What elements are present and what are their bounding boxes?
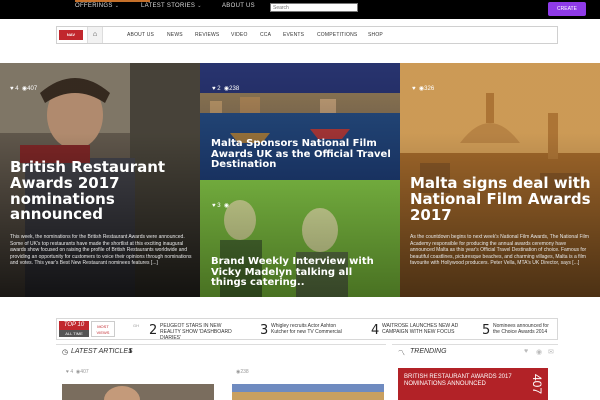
ticker-item[interactable]: Nominees announced for the Choice Awards… [493,323,555,335]
view-count: 238 [240,369,249,375]
site-nav: NAV ⌂ ABOUT US NEWS REVIEWS VIDEO CCA EV… [56,26,558,44]
hero-tile-brand-weekly[interactable]: ♥ 3 ◉ Brand Weekly Interview with Vicky … [200,180,400,297]
create-button[interactable]: CREATE [548,2,586,16]
site-logo[interactable]: NAV [59,30,83,40]
like-count: 4 [70,369,74,375]
hero-title[interactable]: British Restaurant Awards 2017 nominatio… [10,159,190,223]
sort-down-icon[interactable]: ⬇ [128,348,133,355]
nav-events[interactable]: EVENTS [283,32,304,38]
top10-badge[interactable]: TOP 10 [59,321,89,330]
top-nav-label: OFFERINGS [75,3,113,9]
ticker-rank: 5 [482,323,491,338]
hero-grid: ♥ 4 ◉407 British Restaurant Awards 2017 … [0,63,600,297]
nav-shop[interactable]: SHOP [368,32,383,38]
like-count: 2 [217,86,221,92]
eye-icon: ◉ [223,203,230,209]
top-nav-label: LATEST STORIES [141,3,196,9]
like-count: 3 [217,203,221,209]
eye-icon[interactable]: ◉ [536,348,542,356]
accent-line [75,0,150,2]
alltime-tab[interactable]: ALL TIME [59,330,89,337]
nav-cca[interactable]: CCA [260,32,271,38]
ticker-rank: 4 [371,323,380,338]
nav-news[interactable]: NEWS [167,32,183,38]
nav-video[interactable]: VIDEO [231,32,248,38]
latest-articles-header: ◷ LATEST ARTICLES ⬇ [56,344,386,358]
chat-icon[interactable]: ✉ [548,348,554,356]
ticker-rank: 2 [149,323,158,338]
search-input[interactable] [270,3,358,12]
section-title: TRENDING [410,348,447,355]
top-nav-offerings[interactable]: OFFERINGS ⌄ [75,3,119,9]
hero-excerpt: As the countdown begins to next week's N… [410,234,589,266]
ticker-rank: 3 [260,323,269,338]
malta-thumbnail [232,384,384,400]
top-nav-label: ABOUT US [222,3,255,9]
most-views-tab[interactable]: MOST VIEWS [91,321,115,337]
heart-icon[interactable]: ♥ [10,86,14,92]
card-stats: ◉238 [236,369,249,375]
trending-title: BRITISH RESTAURANT AWARDS 2017 NOMINATIO… [404,374,512,388]
article-card-image[interactable] [62,384,214,400]
post-stats: ♥ 4 ◉407 [10,85,37,92]
chef-thumbnail [62,384,214,400]
hero-excerpt: This week, the nominations for the Briti… [10,234,192,266]
heart-icon[interactable]: ♥ [412,86,416,92]
nav-about-us[interactable]: ABOUT US [127,32,154,38]
home-icon[interactable]: ⌂ [87,27,103,43]
top-bar: OFFERINGS⌄ LATEST STORIES⌄ ABOUT US CREA… [0,0,600,19]
nav-competitions[interactable]: COMPETITIONS [317,32,357,38]
chevron-down-icon: ⌄ [114,3,120,9]
top10-ticker: TOP 10 ALL TIME MOST VIEWS GH 2 PEUGEOT … [56,318,558,341]
hero-tile-malta-sponsors[interactable]: ♥ 2 ◉238 Malta Sponsors National Film Aw… [200,63,400,180]
ticker-fragment: GH [133,323,139,328]
article-card-image[interactable] [232,384,384,400]
trending-icon: 〽 [398,350,405,357]
ticker-item[interactable]: WAITROSE LAUNCHES NEW AD CAMPAIGN WITH N… [382,323,462,335]
section-title: LATEST ARTICLES [71,348,133,355]
heart-icon[interactable]: ♥ [66,369,69,375]
heart-icon[interactable]: ♥ [524,348,528,355]
view-count: 407 [80,369,89,375]
like-count: 4 [15,86,19,92]
top-nav-latest-stories[interactable]: LATEST STORIES ⌄ [141,3,202,9]
post-stats: ♥ 3 ◉ [212,202,229,209]
trending-views: 407 [530,374,544,395]
post-stats: ♥ 2 ◉238 [212,85,239,92]
hero-title[interactable]: Brand Weekly Interview with Vicky Madely… [211,256,391,289]
view-count: 238 [229,86,240,92]
card-stats: ♥ 4 ◉407 [66,369,89,375]
hero-tile-malta-signs[interactable]: ♥ ◉326 Malta signs deal with National Fi… [400,63,600,297]
view-count: 326 [424,86,435,92]
hero-title[interactable]: Malta Sponsors National Film Awards UK a… [211,138,391,171]
view-count: 407 [27,86,38,92]
hero-title[interactable]: Malta signs deal with National Film Awar… [410,175,600,223]
hero-tile-british-restaurant[interactable]: ♥ 4 ◉407 British Restaurant Awards 2017 … [0,63,200,297]
ticker-item[interactable]: Whigley recruits Actor Ashton Kutcher fo… [271,323,351,335]
trending-card[interactable]: BRITISH RESTAURANT AWARDS 2017 NOMINATIO… [398,368,548,400]
top-nav-about-us[interactable]: ABOUT US [222,3,255,9]
ticker-item[interactable]: PEUGEOT STARS IN NEW REALITY SHOW 'DASHB… [160,323,240,341]
clock-icon: ◷ [62,349,69,356]
nav-reviews[interactable]: REVIEWS [195,32,219,38]
heart-icon[interactable]: ♥ [212,203,216,209]
chevron-down-icon: ⌄ [197,3,202,9]
heart-icon[interactable]: ♥ [212,86,216,92]
post-stats: ♥ ◉326 [412,85,434,92]
trending-header: 〽 TRENDING ♥ ◉ ✉ [392,344,558,358]
